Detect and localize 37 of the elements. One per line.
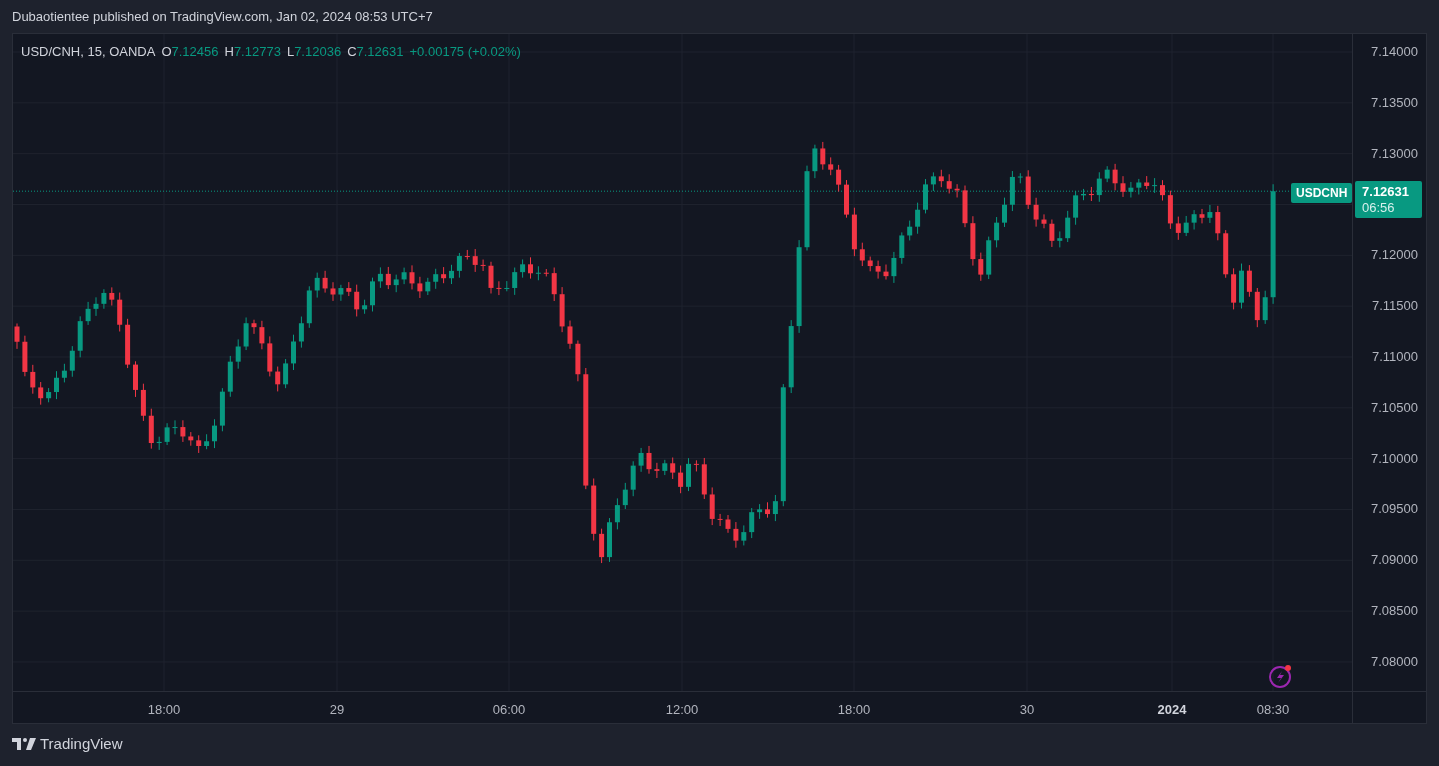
price-label: 7.13500 (1371, 94, 1418, 111)
price-label: 7.10000 (1371, 450, 1418, 467)
time-label: 30 (1019, 701, 1035, 719)
price-label: 7.09500 (1371, 501, 1418, 518)
ohlc-letter: C (347, 43, 357, 61)
price-label: 7.09000 (1371, 552, 1418, 569)
price-label: 7.10500 (1371, 399, 1418, 416)
countdown: 06:56 (1362, 199, 1395, 216)
ohlc-letter: L (286, 43, 295, 61)
ohlc-letter: O (161, 43, 172, 61)
ohlc-value: 7.12773 (233, 43, 281, 61)
price-label: 7.11000 (1371, 348, 1418, 365)
change-value: +0.00175 (+0.02%) (409, 43, 521, 61)
price-label: 7.11500 (1371, 298, 1418, 315)
ohlc-value: 7.12631 (356, 43, 404, 61)
ohlc-letter: H (224, 43, 234, 61)
ohlc-value: 7.12036 (294, 43, 342, 61)
time-label: 08:30 (1256, 701, 1290, 719)
time-label: 29 (329, 701, 345, 719)
symbol-tag: USDCNH (1291, 183, 1353, 203)
symbol-label: USD/CNH, 15, OANDA (21, 43, 156, 61)
time-label: 2024 (1157, 701, 1187, 719)
price-label: 7.08500 (1371, 603, 1418, 620)
time-label: 12:00 (665, 701, 699, 719)
ohlc-value: 7.12456 (171, 43, 219, 61)
time-label: 18:00 (147, 701, 181, 719)
price-label: 7.14000 (1371, 44, 1418, 60)
price-label: 7.08000 (1371, 653, 1418, 670)
time-label: 06:00 (492, 701, 526, 719)
price-label: 7.12000 (1371, 247, 1418, 264)
last-price: 7.12631 (1362, 183, 1410, 200)
price-label: 7.13000 (1371, 145, 1418, 162)
brand-logo-icon (12, 738, 36, 750)
brand-name: TradingView (40, 733, 123, 754)
lightning-icon[interactable] (1268, 663, 1294, 689)
publish-line: Dubaotientee published on TradingView.com, Jan 02, 2024 08:53 UTC+7 (12, 7, 433, 26)
time-label: 18:00 (837, 701, 871, 719)
